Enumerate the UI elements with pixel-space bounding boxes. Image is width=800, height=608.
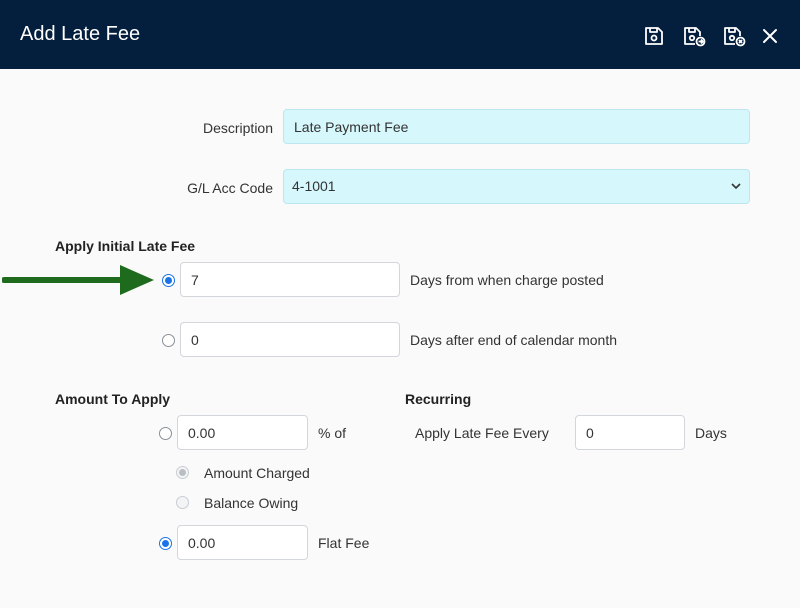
percent-input[interactable] [177, 415, 308, 450]
flat-fee-radio[interactable] [159, 537, 172, 550]
flat-fee-input[interactable] [177, 525, 308, 560]
amount-to-apply-heading: Amount To Apply [55, 391, 171, 407]
gl-acc-code-select[interactable]: 4-1001 [283, 169, 750, 204]
days-after-month-end-input[interactable] [180, 322, 400, 357]
dialog-title: Add Late Fee [20, 23, 141, 45]
days-after-month-end-label: Days after end of calendar month [410, 332, 618, 348]
description-label: Description [202, 120, 273, 136]
gl-acc-code-label: G/L Acc Code [187, 180, 273, 196]
balance-owing-radio[interactable] [176, 496, 189, 509]
flat-fee-label: Flat Fee [318, 535, 370, 551]
percent-of-radio[interactable] [159, 427, 172, 440]
chevron-down-icon [731, 183, 741, 190]
description-input[interactable] [283, 109, 750, 144]
save-icon[interactable] [642, 24, 666, 48]
save-and-new-icon[interactable] [682, 24, 706, 48]
arrow-right-icon [2, 265, 154, 295]
amount-charged-radio[interactable] [176, 466, 189, 479]
days-from-charge-posted-label: Days from when charge posted [410, 272, 604, 288]
days-from-charge-posted-input[interactable] [180, 262, 400, 297]
percent-of-label: % of [318, 425, 347, 441]
amount-charged-label: Amount Charged [204, 465, 310, 481]
close-icon[interactable] [758, 24, 782, 48]
dialog-body [0, 69, 800, 608]
dialog-header: Add Late Fee [0, 0, 800, 69]
recurring-days-input[interactable] [575, 415, 685, 450]
days-after-month-end-radio[interactable] [162, 334, 175, 347]
save-and-close-icon[interactable] [722, 24, 746, 48]
days-from-charge-posted-radio[interactable] [162, 274, 175, 287]
apply-initial-late-fee-heading: Apply Initial Late Fee [55, 238, 196, 254]
apply-late-fee-every-label: Apply Late Fee Every [415, 425, 549, 441]
gl-acc-code-value: 4-1001 [292, 178, 336, 194]
recurring-days-label: Days [695, 425, 727, 441]
balance-owing-label: Balance Owing [204, 495, 299, 511]
recurring-heading: Recurring [405, 391, 472, 407]
